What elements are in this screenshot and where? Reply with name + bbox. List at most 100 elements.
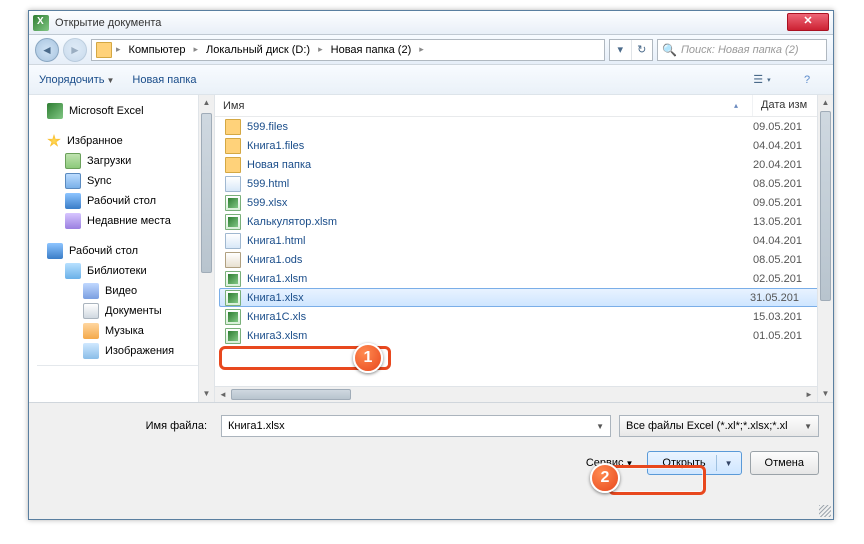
folder-icon xyxy=(225,138,241,154)
file-name: Новая папка xyxy=(247,159,747,171)
file-row[interactable]: Книга1.xlsm02.05.201 xyxy=(215,269,833,288)
scroll-down-icon[interactable]: ▼ xyxy=(199,386,214,402)
file-name: 599.xlsx xyxy=(247,197,747,209)
toolbar: Упорядочить▼ Новая папка ☰ ? xyxy=(29,65,833,95)
xlsx-icon xyxy=(225,195,241,211)
horizontal-scrollbar[interactable]: ◄ ► xyxy=(215,386,817,402)
file-row[interactable]: 599.xlsx09.05.201 xyxy=(215,193,833,212)
filename-label: Имя файла: xyxy=(43,420,213,432)
xlsx-icon xyxy=(225,309,241,325)
file-name: Книга1.html xyxy=(247,235,747,247)
chevron-right-icon: ▸ xyxy=(191,44,200,55)
filetype-select[interactable]: Все файлы Excel (*.xl*;*.xlsx;*.xl▼ xyxy=(619,415,819,437)
file-name: Книга1С.xls xyxy=(247,311,747,323)
folder-icon xyxy=(225,119,241,135)
scroll-thumb[interactable] xyxy=(820,111,831,301)
library-icon xyxy=(65,263,81,279)
refresh-button[interactable]: ↻ xyxy=(632,40,653,60)
resize-grip[interactable] xyxy=(819,505,831,517)
sidebar-item-desktop-root[interactable]: Рабочий стол xyxy=(29,241,214,261)
scroll-thumb[interactable] xyxy=(201,113,212,273)
file-name: Книга1.files xyxy=(247,140,747,152)
search-icon: 🔍 xyxy=(662,43,677,57)
divider xyxy=(37,365,206,366)
chevron-right-icon: ▸ xyxy=(417,44,426,55)
vertical-scrollbar[interactable]: ▲ ▼ xyxy=(817,95,833,402)
file-list: Имя▴ Дата изм 599.files09.05.201Книга1.f… xyxy=(215,95,833,402)
nav-back-button[interactable]: ◄ xyxy=(35,38,59,62)
new-folder-button[interactable]: Новая папка xyxy=(132,74,196,86)
chevron-right-icon: ▸ xyxy=(114,44,123,55)
column-headers: Имя▴ Дата изм xyxy=(215,95,833,117)
sidebar-item-music[interactable]: Музыка xyxy=(29,321,214,341)
recent-icon xyxy=(65,213,81,229)
crumb-folder[interactable]: Новая папка (2) xyxy=(327,44,416,56)
scroll-left-icon[interactable]: ◄ xyxy=(215,387,231,402)
folder-icon xyxy=(225,157,241,173)
content-area: Microsoft Excel Избранное Загрузки Sync … xyxy=(29,95,833,403)
callout-badge-1: 1 xyxy=(353,343,383,373)
scroll-right-icon[interactable]: ► xyxy=(801,387,817,402)
file-list-body: 599.files09.05.201Книга1.files04.04.201Н… xyxy=(215,117,833,386)
html-icon xyxy=(225,233,241,249)
nav-forward-button[interactable]: ► xyxy=(63,38,87,62)
scroll-up-icon[interactable]: ▲ xyxy=(199,95,214,111)
sort-indicator-icon: ▴ xyxy=(734,101,738,110)
folder-icon xyxy=(96,42,112,58)
view-options-button[interactable]: ☰ xyxy=(739,70,785,90)
sidebar-item-documents[interactable]: Документы xyxy=(29,301,214,321)
file-row[interactable]: Книга1.xlsx31.05.201 xyxy=(219,288,831,307)
file-row[interactable]: Книга1С.xls15.03.201 xyxy=(215,307,833,326)
sidebar-item-images[interactable]: Изображения xyxy=(29,341,214,361)
sidebar-item-sync[interactable]: Sync xyxy=(29,171,214,191)
filename-input[interactable]: Книга1.xlsx▼ xyxy=(221,415,611,437)
excel-icon xyxy=(33,15,49,31)
chevron-down-icon[interactable]: ▼ xyxy=(804,422,812,431)
scroll-up-icon[interactable]: ▲ xyxy=(818,95,833,111)
location-buttons: ▾ ↻ xyxy=(609,39,653,61)
close-button[interactable]: ✕ xyxy=(787,13,829,31)
scroll-thumb[interactable] xyxy=(231,389,351,400)
file-row[interactable]: Книга1.files04.04.201 xyxy=(215,136,833,155)
file-row[interactable]: Книга1.ods08.05.201 xyxy=(215,250,833,269)
chevron-down-icon[interactable]: ▼ xyxy=(721,459,737,468)
organize-menu[interactable]: Упорядочить▼ xyxy=(39,74,114,86)
chevron-down-icon[interactable]: ▼ xyxy=(596,422,604,431)
file-row[interactable]: Калькулятор.xlsm13.05.201 xyxy=(215,212,833,231)
sidebar-item-favorites[interactable]: Избранное xyxy=(29,131,214,151)
excel-icon xyxy=(47,103,63,119)
xlsx-icon xyxy=(225,328,241,344)
file-name: Книга1.ods xyxy=(247,254,747,266)
bottom-panel: Имя файла: Книга1.xlsx▼ Все файлы Excel … xyxy=(29,403,833,485)
file-row[interactable]: Новая папка20.04.201 xyxy=(215,155,833,174)
window-title: Открытие документа xyxy=(55,17,787,29)
history-dropdown[interactable]: ▾ xyxy=(610,40,632,60)
column-name[interactable]: Имя▴ xyxy=(215,95,753,116)
file-row[interactable]: Книга1.html04.04.201 xyxy=(215,231,833,250)
sidebar-item-libraries[interactable]: Библиотеки xyxy=(29,261,214,281)
html-icon xyxy=(225,176,241,192)
help-button[interactable]: ? xyxy=(791,70,823,90)
crumb-disk[interactable]: Локальный диск (D:) xyxy=(202,44,314,56)
file-name: Книга1.xlsm xyxy=(247,273,747,285)
sidebar-item-downloads[interactable]: Загрузки xyxy=(29,151,214,171)
file-name: Книга1.xlsx xyxy=(247,292,744,304)
sidebar-item-video[interactable]: Видео xyxy=(29,281,214,301)
search-input[interactable]: 🔍 Поиск: Новая папка (2) xyxy=(657,39,827,61)
open-button[interactable]: Открыть▼ xyxy=(647,451,741,475)
downloads-icon xyxy=(65,153,81,169)
sidebar-item-desktop[interactable]: Рабочий стол xyxy=(29,191,214,211)
sidebar-item-recent[interactable]: Недавние места xyxy=(29,211,214,231)
file-row[interactable]: 599.files09.05.201 xyxy=(215,117,833,136)
scroll-down-icon[interactable]: ▼ xyxy=(818,386,833,402)
document-icon xyxy=(83,303,99,319)
desktop-icon xyxy=(47,243,63,259)
cancel-button[interactable]: Отмена xyxy=(750,451,819,475)
sidebar-scrollbar[interactable]: ▲ ▼ xyxy=(198,95,214,402)
breadcrumb[interactable]: ▸ Компьютер ▸ Локальный диск (D:) ▸ Нова… xyxy=(91,39,605,61)
file-row[interactable]: 599.html08.05.201 xyxy=(215,174,833,193)
file-row[interactable]: Книга3.xlsm01.05.201 xyxy=(215,326,833,345)
crumb-computer[interactable]: Компьютер xyxy=(125,44,190,56)
sidebar-item-excel[interactable]: Microsoft Excel xyxy=(29,101,214,121)
open-file-dialog: Открытие документа ✕ ◄ ► ▸ Компьютер ▸ Л… xyxy=(28,10,834,520)
